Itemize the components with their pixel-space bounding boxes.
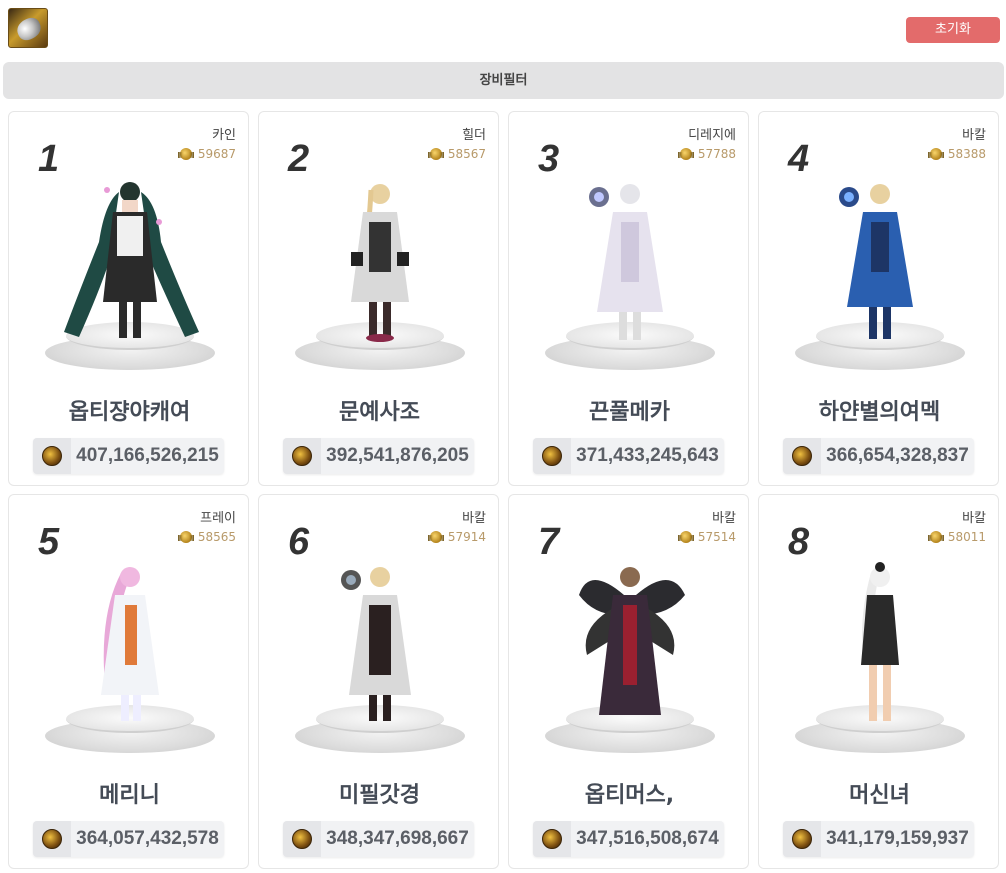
character-name: 메리니: [99, 783, 160, 808]
fame-value: 58567: [447, 147, 486, 161]
character-name: 하얀별의여멕: [818, 400, 941, 425]
equipment-filter-button[interactable]: 장비필터: [3, 62, 1004, 99]
server-name: 디레지에: [688, 128, 736, 143]
power-value-box: 407,166,526,215: [33, 438, 224, 474]
character-avatar: [64, 182, 199, 338]
reset-button[interactable]: 초기화: [906, 17, 1000, 43]
ranking-card[interactable]: 1 카인 59687 옵티쟝야캐여 407,166,526,215: [8, 111, 249, 486]
power-icon: [292, 829, 312, 849]
fame-score: 59687: [177, 147, 236, 161]
character-avatar: [341, 567, 411, 721]
top-bar: 초기화: [0, 0, 1006, 58]
fame-value: 58565: [197, 530, 236, 544]
fame-icon: [427, 147, 444, 161]
character-avatar: [101, 567, 159, 721]
fame-icon: [677, 530, 694, 544]
character-name: 미필갓경: [339, 783, 420, 808]
fame-icon: [427, 530, 444, 544]
power-value: 371,433,245,643: [576, 445, 719, 466]
power-value-box: 366,654,328,837: [783, 438, 974, 474]
fame-value: 57914: [447, 530, 486, 544]
character-class-icon[interactable]: [8, 8, 48, 48]
fame-value: 57514: [697, 530, 736, 544]
power-icon: [542, 446, 562, 466]
power-value: 392,541,876,205: [326, 445, 469, 466]
fame-value: 59687: [197, 147, 236, 161]
character-avatar: [589, 184, 663, 340]
power-value: 348,347,698,667: [326, 828, 469, 849]
fame-score: 58567: [427, 147, 486, 161]
character-name: 문예사조: [339, 400, 420, 425]
fame-score: 57514: [677, 530, 736, 544]
power-value: 347,516,508,674: [576, 828, 719, 849]
fame-value: 58388: [947, 147, 986, 161]
fame-icon: [177, 530, 194, 544]
ranking-card[interactable]: 4 바칼 58388 하얀별의여멕 366,654,328,837: [758, 111, 999, 486]
power-icon: [792, 829, 812, 849]
fame-value: 57788: [697, 147, 736, 161]
power-icon: [292, 446, 312, 466]
power-icon: [542, 829, 562, 849]
ranking-card[interactable]: 7 바칼 57514 옵티머스, 347,516,508,674: [508, 494, 749, 869]
fame-icon: [927, 530, 944, 544]
fame-value: 58011: [947, 530, 986, 544]
character-avatar: [351, 184, 409, 342]
server-name: 바칼: [712, 511, 736, 526]
ranking-card[interactable]: 3 디레지에 57788 끈풀메카 371,433,245,643: [508, 111, 749, 486]
server-name: 힐더: [462, 128, 486, 143]
character-avatar: [861, 562, 899, 721]
power-icon: [42, 446, 62, 466]
power-value: 364,057,432,578: [76, 828, 219, 849]
server-name: 바칼: [962, 128, 986, 143]
server-name: 프레이: [200, 511, 236, 526]
ranking-grid: 1 카인 59687 옵티쟝야캐여 407,166,526,215 2 힐더 5…: [8, 111, 999, 869]
ranking-card[interactable]: 2 힐더 58567 문예사조 392,541,876,205: [258, 111, 499, 486]
fame-icon: [677, 147, 694, 161]
character-avatar: [839, 184, 913, 339]
power-value: 407,166,526,215: [76, 445, 219, 466]
fame-score: 58011: [927, 530, 986, 544]
power-value-box: 371,433,245,643: [533, 438, 724, 474]
fame-score: 58388: [927, 147, 986, 161]
character-name: 옵티머스,: [584, 783, 675, 808]
power-value: 366,654,328,837: [826, 445, 969, 466]
server-name: 바칼: [462, 511, 486, 526]
fame-icon: [177, 147, 194, 161]
character-name: 끈풀메카: [589, 400, 670, 425]
fame-score: 57914: [427, 530, 486, 544]
ranking-card[interactable]: 5 프레이 58565 메리니 364,057,432,578: [8, 494, 249, 869]
power-value-box: 347,516,508,674: [533, 821, 724, 857]
ranking-card[interactable]: 8 바칼 58011 머신녀 341,179,159,937: [758, 494, 999, 869]
power-value-box: 364,057,432,578: [33, 821, 224, 857]
fame-score: 57788: [677, 147, 736, 161]
server-name: 카인: [212, 128, 236, 143]
server-name: 바칼: [962, 511, 986, 526]
fame-score: 58565: [177, 530, 236, 544]
character-avatar: [579, 567, 685, 715]
power-value-box: 392,541,876,205: [283, 438, 474, 474]
fame-icon: [927, 147, 944, 161]
power-value-box: 348,347,698,667: [283, 821, 474, 857]
character-name: 옵티쟝야캐여: [68, 400, 191, 425]
character-name: 머신녀: [849, 783, 910, 808]
ranking-card[interactable]: 6 바칼 57914 미필갓경 348,347,698,667: [258, 494, 499, 869]
power-value: 341,179,159,937: [826, 828, 969, 849]
power-icon: [792, 446, 812, 466]
power-value-box: 341,179,159,937: [783, 821, 974, 857]
power-icon: [42, 829, 62, 849]
